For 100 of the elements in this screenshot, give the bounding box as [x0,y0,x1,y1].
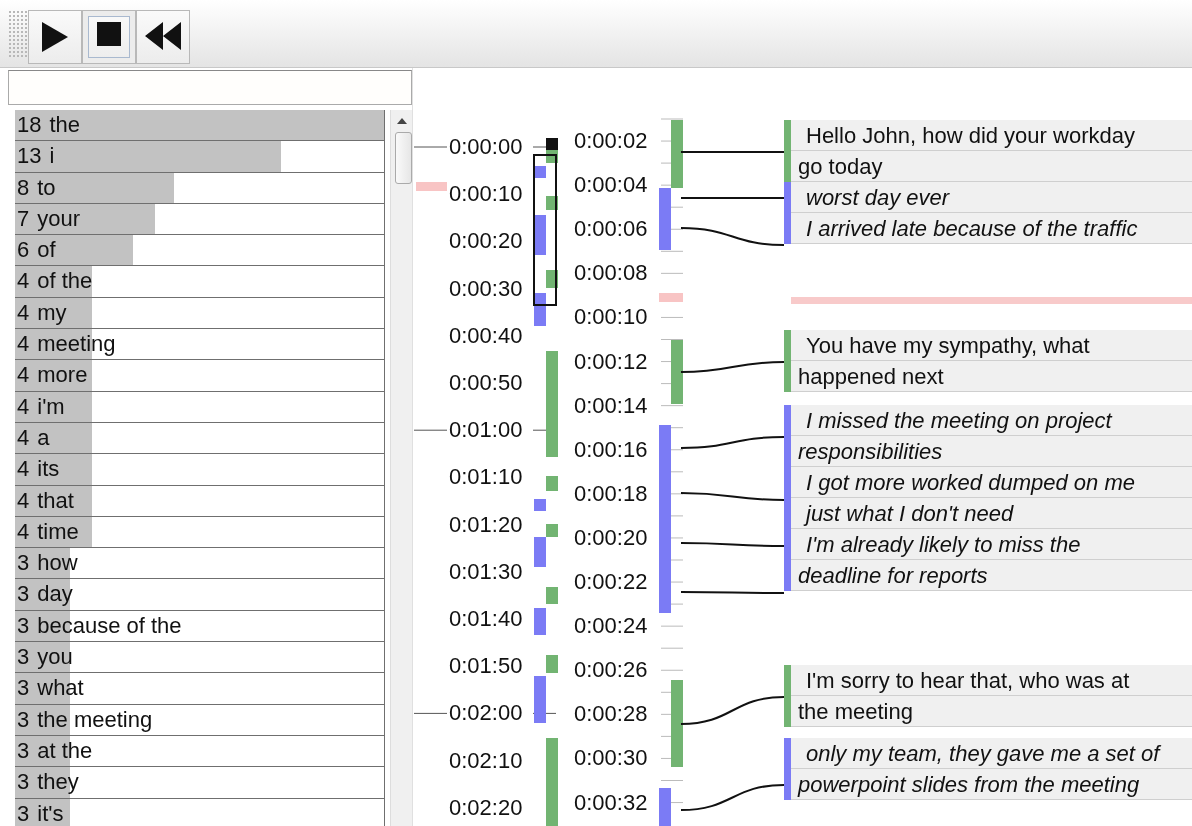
play-button[interactable] [28,10,82,64]
word-list-item[interactable]: 4 of the [15,266,385,298]
speech-segment [659,788,671,826]
word-count: 4 [17,361,30,390]
word-list-item[interactable]: 4 i'm [15,391,385,423]
time-label: 0:00:14 [574,392,648,419]
utterance-text: I missed the meeting on project responsibilities [797,407,1114,466]
toolbar-grip[interactable] [8,10,28,58]
position-marker [416,182,447,191]
word-count: 4 [17,517,30,546]
word-count: 3 [17,549,30,578]
utterance-text: You have my sympathy, what happened next [797,332,1091,391]
time-label: 0:00:50 [449,370,523,396]
word-phrase: the [49,111,81,139]
utterance-text: I arrived late because of the traffic [805,215,1139,243]
speech-segment [671,120,683,188]
word-list-item[interactable]: 4 time [15,516,385,549]
time-label: 0:02:10 [449,747,523,774]
word-list-item[interactable]: 3 at the [15,735,385,768]
word-phrase: meeting [37,330,116,359]
viewport-frame[interactable] [533,154,557,306]
speech-segment [659,188,671,250]
time-label: 0:00:26 [574,657,648,684]
word-phrase: the meeting [37,705,153,734]
utterance-text: I'm sorry to hear that, who was at the meeting [797,667,1131,726]
time-label: 0:00:16 [574,436,648,463]
word-phrase: it's [37,799,64,826]
word-list-item[interactable]: 4 its [15,454,385,486]
word-list-item[interactable]: 4 more [15,360,385,392]
time-label: 0:01:50 [449,653,523,680]
word-list-item[interactable]: 6 of [15,235,385,267]
word-list-item[interactable]: 3 you [15,642,385,674]
time-label: 0:00:20 [449,228,523,255]
time-label: 0:00:28 [574,701,648,728]
time-label: 0:00:00 [449,134,523,160]
time-label: 0:00:24 [574,613,648,640]
time-label: 0:01:40 [449,606,523,632]
time-label: 0:00:32 [574,789,648,816]
word-count: 4 [17,298,30,327]
time-label: 0:00:22 [574,569,648,595]
word-count: 3 [17,799,30,826]
word-phrase: how [37,549,78,578]
word-list-item[interactable]: 3 it's [15,798,385,826]
time-label: 0:00:04 [574,172,648,199]
word-list-item[interactable]: 4 my [15,297,385,330]
word-count: 3 [17,580,30,609]
time-label: 0:02:00 [449,700,523,727]
time-label: 0:00:40 [449,322,523,349]
scrollbar[interactable] [390,110,412,826]
word-phrase: you [37,643,73,672]
time-label: 0:00:12 [574,348,648,375]
scroll-thumb[interactable] [395,132,412,184]
rewind-icon [145,22,181,52]
time-label: 0:00:30 [449,275,523,302]
speech-segment [534,499,546,511]
scroll-up-icon[interactable] [397,118,407,124]
word-list-item[interactable]: 3 how [15,548,385,580]
word-count: 3 [17,736,30,765]
word-list-item[interactable]: 3 the meeting [15,704,385,736]
time-label: 0:00:10 [449,181,523,208]
word-list-item[interactable]: 7 your [15,203,385,236]
word-list-item[interactable]: 13 i [15,141,385,173]
time-label: 0:00:06 [574,216,648,243]
time-label: 0:00:08 [574,260,648,287]
gridline [413,429,448,431]
word-phrase: i'm [37,392,65,421]
word-list-item[interactable]: 3 they [15,767,385,799]
speech-segment [534,676,546,723]
word-phrase: my [37,298,67,327]
word-list-item[interactable]: 3 because of the [15,610,385,643]
word-list-item[interactable]: 8 to [15,172,385,204]
word-phrase: of [37,236,56,265]
rewind-button[interactable] [136,10,190,64]
word-count: 4 [17,423,30,452]
word-list-item[interactable]: 3 what [15,673,385,705]
word-list-item[interactable]: 4 that [15,485,385,517]
utterance-text: I'm already likely to miss the deadline for reports [797,531,1082,590]
time-label: 0:01:20 [449,511,523,538]
time-label: 0:01:00 [449,417,523,444]
word-count: 4 [17,330,30,359]
word-list-item[interactable]: 4 meeting [15,329,385,361]
stop-button[interactable] [82,10,136,64]
time-label: 0:00:02 [574,128,648,154]
speech-segment [534,608,546,635]
word-phrase: day [37,580,73,609]
search-field[interactable] [8,70,412,105]
word-list-item[interactable]: 4 a [15,422,385,455]
word-count: 3 [17,643,30,672]
word-count: 3 [17,674,30,703]
word-phrase: at the [37,736,93,765]
word-count: 3 [17,611,30,640]
word-list-item[interactable]: 18 the [15,110,385,142]
speech-segment [546,655,558,673]
word-phrase: time [37,517,79,546]
word-count: 6 [17,236,30,265]
word-list-item[interactable]: 3 day [15,579,385,611]
word-phrase: because of the [37,611,182,640]
word-count: 7 [17,204,30,233]
word-phrase: your [37,204,81,233]
word-count: 3 [17,705,30,734]
